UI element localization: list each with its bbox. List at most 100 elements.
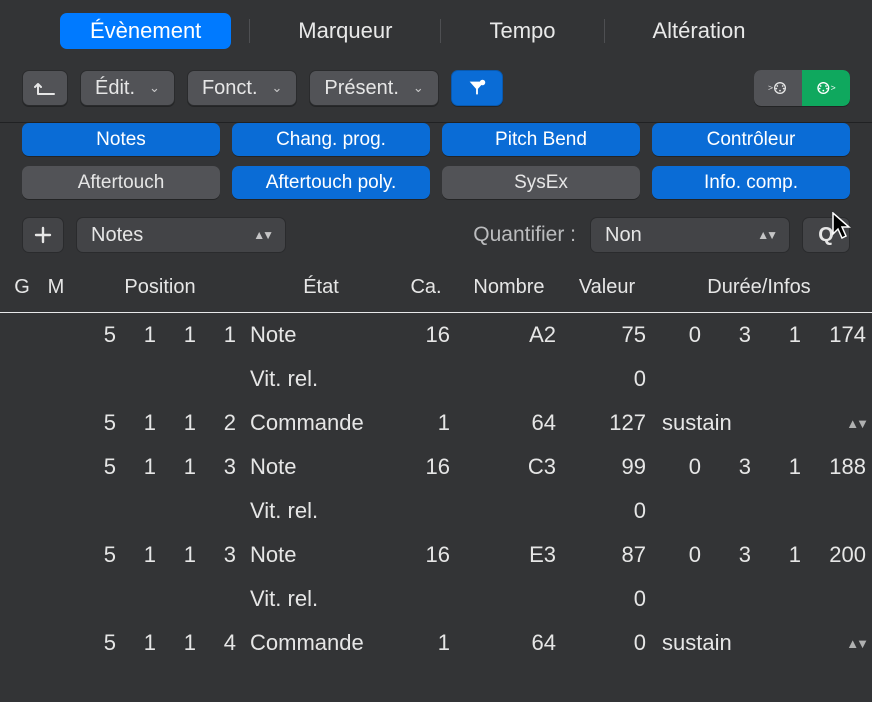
cell-status[interactable]: Note [246, 454, 396, 480]
cell-value[interactable]: 0 [562, 586, 652, 612]
filter-controller[interactable]: Contrôleur [652, 123, 850, 156]
midi-out-button[interactable]: > [802, 70, 850, 106]
tab-separator [440, 19, 441, 43]
table-row[interactable]: 5111Note16A275031174 [0, 313, 872, 357]
cell-number[interactable]: 64 [456, 630, 562, 656]
cell-number[interactable]: E3 [456, 542, 562, 568]
cell-info-value: sustain [662, 630, 732, 656]
cell-value[interactable]: 0 [562, 498, 652, 524]
col-g[interactable]: G [6, 276, 38, 299]
cell-length[interactable]: 031200 [652, 542, 866, 568]
cell-position[interactable]: 5113 [74, 542, 246, 568]
cell-value[interactable]: 75 [562, 322, 652, 348]
filter-aftertouch[interactable]: Aftertouch [22, 166, 220, 199]
updown-icon: ▲▼ [757, 228, 775, 242]
cell-number[interactable]: 64 [456, 410, 562, 436]
filter-notes[interactable]: Notes [22, 123, 220, 156]
tab-event[interactable]: Évènement [60, 13, 231, 49]
table-row[interactable]: 5114Commande1640 sustain ▲▼ [0, 621, 872, 665]
top-tabs: Évènement Marqueur Tempo Altération [0, 0, 872, 52]
cell-info-select[interactable]: sustain ▲▼ [652, 410, 866, 436]
cell-position[interactable]: 5113 [74, 454, 246, 480]
cell-status[interactable]: Vit. rel. [246, 586, 396, 612]
cell-value[interactable]: 0 [562, 630, 652, 656]
cell-value[interactable]: 0 [562, 366, 652, 392]
view-menu[interactable]: Présent. ⌄ [309, 70, 438, 106]
svg-text:>: > [831, 83, 836, 93]
midi-out-icon: > [816, 77, 836, 99]
quantize-value: Non [605, 224, 642, 247]
cell-value[interactable]: 87 [562, 542, 652, 568]
tab-signature[interactable]: Altération [623, 13, 776, 49]
col-m[interactable]: M [38, 276, 74, 299]
cell-channel[interactable]: 16 [396, 322, 456, 348]
chevron-down-icon: ⌄ [413, 80, 424, 96]
col-number[interactable]: Nombre [456, 276, 562, 299]
edit-menu[interactable]: Édit. ⌄ [80, 70, 175, 106]
add-event-button[interactable] [22, 217, 64, 253]
event-type-filters: Notes Chang. prog. Pitch Bend Contrôleur… [0, 123, 872, 213]
table-row[interactable]: Vit. rel. 0 [0, 577, 872, 621]
cell-number[interactable]: A2 [456, 322, 562, 348]
col-channel[interactable]: Ca. [396, 276, 456, 299]
cell-channel[interactable]: 1 [396, 630, 456, 656]
filter-sysex[interactable]: SysEx [442, 166, 640, 199]
tab-tempo[interactable]: Tempo [459, 13, 585, 49]
col-status[interactable]: État [246, 276, 396, 299]
tab-marker[interactable]: Marqueur [268, 13, 422, 49]
toolbar: Édit. ⌄ Fonct. ⌄ Présent. ⌄ > [0, 52, 872, 123]
cell-info-value: sustain [662, 410, 732, 436]
cell-position[interactable]: 5114 [74, 630, 246, 656]
updown-icon: ▲▼ [846, 636, 866, 651]
cell-position[interactable]: 5112 [74, 410, 246, 436]
cell-channel[interactable]: 1 [396, 410, 456, 436]
insert-type-select[interactable]: Notes ▲▼ [76, 217, 286, 253]
chevron-down-icon: ⌄ [272, 80, 283, 96]
midi-in-button[interactable]: > [754, 70, 802, 106]
cell-status[interactable]: Vit. rel. [246, 366, 396, 392]
edit-menu-label: Édit. [95, 77, 135, 100]
cell-status[interactable]: Commande [246, 410, 396, 436]
updown-icon: ▲▼ [253, 228, 271, 242]
table-row[interactable]: 5112Commande164127 sustain ▲▼ [0, 401, 872, 445]
quantize-label: Quantifier : [473, 223, 576, 247]
quantize-select[interactable]: Non ▲▼ [590, 217, 790, 253]
cell-number[interactable]: C3 [456, 454, 562, 480]
functions-menu-label: Fonct. [202, 77, 258, 100]
col-value[interactable]: Valeur [562, 276, 652, 299]
catch-playhead-button[interactable] [22, 70, 68, 106]
filter-meta[interactable]: Info. comp. [652, 166, 850, 199]
table-row[interactable]: 5113Note16E387031200 [0, 533, 872, 577]
event-table-body: 5111Note16A275031174Vit. rel.05112Comman… [0, 313, 872, 665]
table-row[interactable]: Vit. rel. 0 [0, 357, 872, 401]
cell-status[interactable]: Note [246, 322, 396, 348]
table-row[interactable]: Vit. rel. 0 [0, 489, 872, 533]
cell-position[interactable]: 5111 [74, 322, 246, 348]
cell-status[interactable]: Commande [246, 630, 396, 656]
col-length[interactable]: Durée/Infos [652, 276, 866, 299]
col-position[interactable]: Position [74, 276, 246, 299]
cell-status[interactable]: Note [246, 542, 396, 568]
table-row[interactable]: 5113Note16C399031188 [0, 445, 872, 489]
quantize-button[interactable]: Q [802, 217, 850, 253]
midi-filter-button[interactable] [451, 70, 503, 106]
view-menu-label: Présent. [324, 77, 398, 100]
updown-icon: ▲▼ [846, 416, 866, 431]
cell-info-select[interactable]: sustain ▲▼ [652, 630, 866, 656]
midi-filter-icon [466, 77, 488, 99]
insert-quantize-row: Notes ▲▼ Quantifier : Non ▲▼ Q [0, 213, 872, 265]
cell-length[interactable]: 031174 [652, 322, 866, 348]
cell-channel[interactable]: 16 [396, 542, 456, 568]
midi-io-group: > > [754, 70, 850, 106]
cell-value[interactable]: 99 [562, 454, 652, 480]
cell-channel[interactable]: 16 [396, 454, 456, 480]
functions-menu[interactable]: Fonct. ⌄ [187, 70, 297, 106]
insert-type-value: Notes [91, 224, 143, 247]
cell-status[interactable]: Vit. rel. [246, 498, 396, 524]
filter-pitch-bend[interactable]: Pitch Bend [442, 123, 640, 156]
event-table-header: G M Position État Ca. Nombre Valeur Duré… [0, 265, 872, 313]
filter-poly-aftertouch[interactable]: Aftertouch poly. [232, 166, 430, 199]
cell-value[interactable]: 127 [562, 410, 652, 436]
filter-program-change[interactable]: Chang. prog. [232, 123, 430, 156]
cell-length[interactable]: 031188 [652, 454, 866, 480]
